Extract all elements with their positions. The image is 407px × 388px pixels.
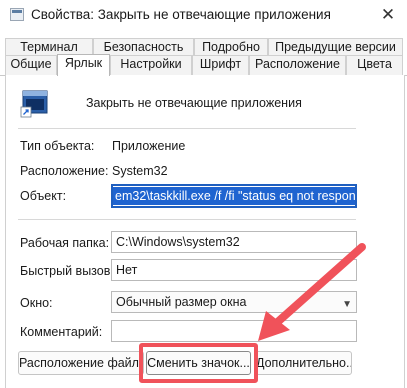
object-type-label: Тип объекта: <box>20 139 95 153</box>
hotkey-label: Быстрый вызов: <box>20 264 114 278</box>
run-dropdown[interactable]: Обычный размер окна ▼ <box>111 291 357 313</box>
title-bar: Свойства: Закрыть не отвечающие приложен… <box>0 0 407 30</box>
console-app-icon <box>20 90 48 118</box>
tab-details[interactable]: Подробно <box>194 38 268 56</box>
run-value: Обычный размер окна <box>116 295 247 309</box>
run-label: Окно: <box>20 296 53 310</box>
window-title: Свойства: Закрыть не отвечающие приложен… <box>31 7 331 22</box>
tab-colors[interactable]: Цвета <box>346 55 403 75</box>
start-in-field[interactable]: C:\Windows\system32 <box>111 231 357 253</box>
tabs-row-2: Общие Ярлык Настройки Шрифт Расположение… <box>0 54 407 76</box>
start-in-label: Рабочая папка: <box>20 236 110 250</box>
highlight-box <box>139 343 258 383</box>
tab-options[interactable]: Настройки <box>110 55 192 75</box>
close-icon[interactable]: ✕ <box>377 4 399 26</box>
chevron-down-icon: ▼ <box>342 299 352 310</box>
target-field[interactable]: em32\taskkill.exe /f /fi "status eq not … <box>111 184 357 208</box>
advanced-button[interactable]: Дополнительно... <box>255 351 352 375</box>
comment-label: Комментарий: <box>20 325 103 339</box>
open-file-location-button[interactable]: Расположение файла <box>18 351 144 375</box>
properties-window-icon <box>10 8 24 21</box>
hotkey-field[interactable]: Нет <box>111 259 357 281</box>
tab-previous-versions[interactable]: Предыдущие версии <box>268 38 403 56</box>
tab-layout[interactable]: Расположение <box>249 55 346 75</box>
separator <box>18 128 356 129</box>
comment-field[interactable] <box>111 320 357 342</box>
tab-shortcut[interactable]: Ярлык <box>57 54 110 76</box>
object-type-value: Приложение <box>112 139 186 153</box>
location-value: System32 <box>112 164 168 178</box>
target-label: Объект: <box>20 189 67 203</box>
target-value: em32\taskkill.exe /f /fi "status eq not … <box>113 187 355 205</box>
separator <box>18 219 356 220</box>
shortcut-name: Закрыть не отвечающие приложения <box>86 96 302 110</box>
tab-general[interactable]: Общие <box>5 55 57 75</box>
location-label: Расположение: <box>20 164 109 178</box>
tab-font[interactable]: Шрифт <box>192 55 249 75</box>
